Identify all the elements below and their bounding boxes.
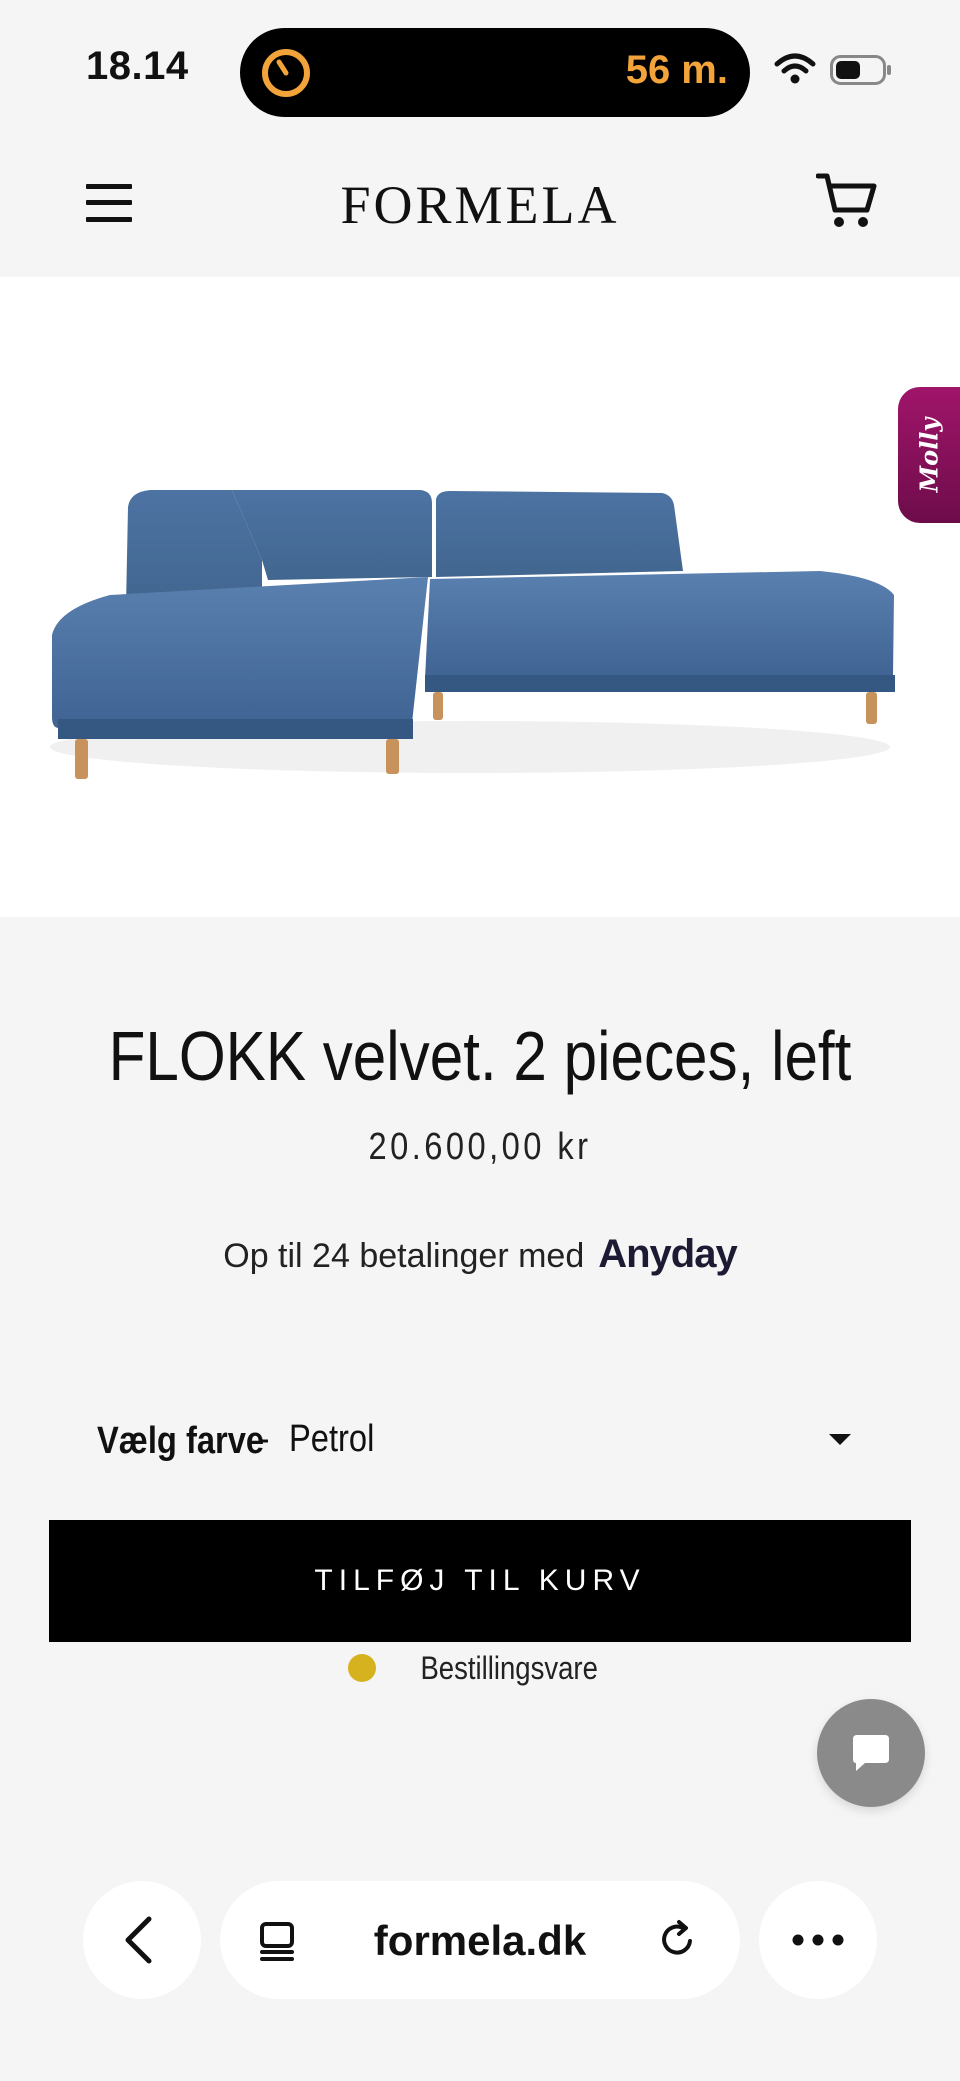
add-to-cart-button[interactable]: TILFØJ TIL KURV [49, 1520, 911, 1642]
stock-status: Bestillingsvare [0, 1650, 960, 1687]
color-select[interactable]: Vælg farve - Petrol [49, 1400, 911, 1480]
status-time: 18.14 [86, 44, 189, 88]
sofa-illustration [50, 490, 895, 779]
anyday-logo: Anyday [598, 1232, 737, 1276]
back-icon [125, 1916, 152, 1964]
chat-button[interactable] [817, 1699, 925, 1807]
product-image[interactable] [0, 277, 960, 917]
timer-icon [262, 49, 310, 97]
stock-status-dot [347, 1654, 376, 1682]
browser-url-bar[interactable]: formela.dk [220, 1881, 740, 1999]
status-bar: 18.14 56 m. [0, 0, 960, 140]
chevron-down-icon [829, 1434, 851, 1445]
installments-text: Op til 24 betalinger med [223, 1237, 585, 1275]
molly-label: Molly [914, 417, 944, 493]
molly-assistant-tab[interactable]: Molly [898, 387, 960, 523]
cart-icon[interactable] [816, 170, 878, 232]
more-icon [792, 1934, 844, 1946]
site-header: FORMELA [0, 140, 960, 277]
installments-info[interactable]: Op til 24 betalinger med Anyday [0, 1232, 960, 1277]
stock-status-text: Bestillingsvare [420, 1650, 598, 1686]
browser-more-button[interactable] [759, 1881, 877, 1999]
color-select-separator: - [257, 1418, 270, 1460]
color-select-value: Petrol [289, 1418, 375, 1460]
reload-icon[interactable] [657, 1919, 699, 1961]
product-price: 20.600,00 kr [368, 1126, 592, 1168]
battery-icon [830, 55, 891, 85]
product-title: FLOKK velvet. 2 pieces, left [108, 1017, 852, 1095]
chat-bubble-icon [853, 1735, 889, 1771]
browser-back-button[interactable] [83, 1881, 201, 1999]
wifi-icon [774, 53, 816, 84]
color-select-label: Vælg farve [97, 1420, 265, 1462]
dynamic-island[interactable]: 56 m. [240, 28, 750, 117]
activity-text: 56 m. [625, 48, 728, 92]
